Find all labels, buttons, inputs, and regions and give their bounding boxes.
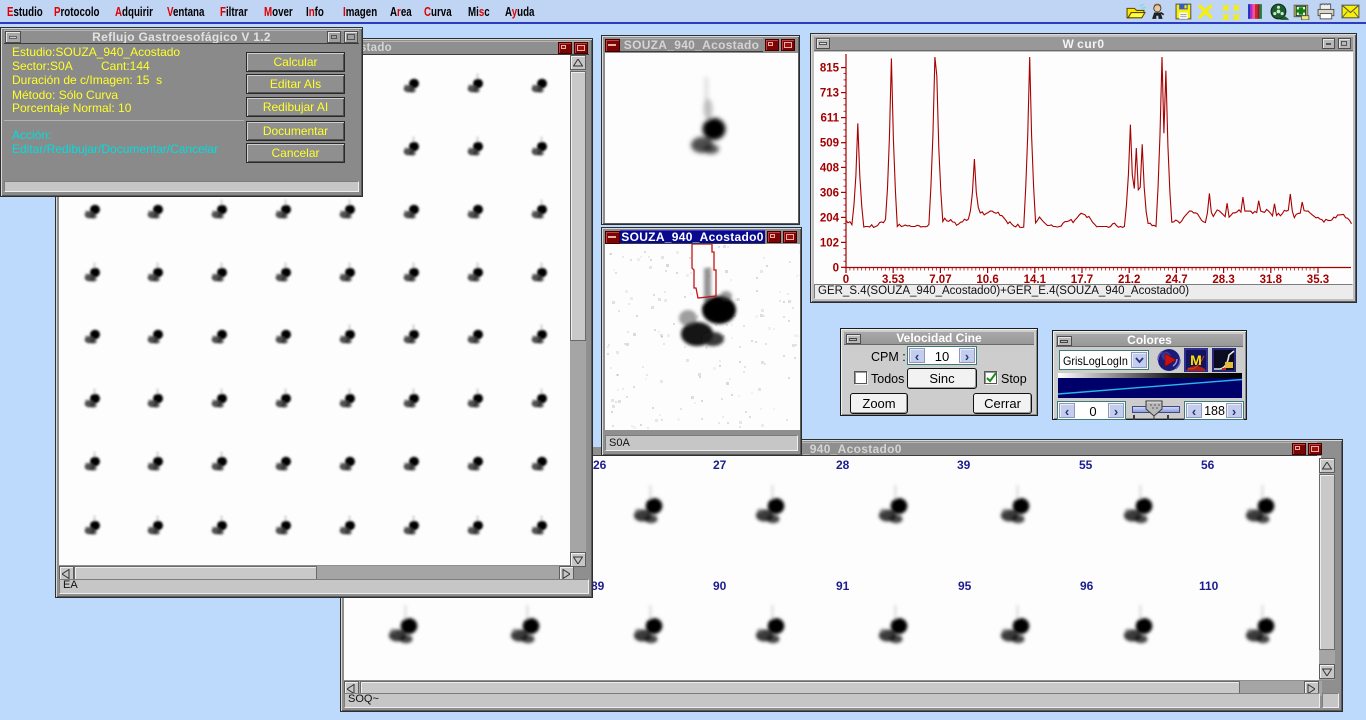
svg-text:204: 204 xyxy=(820,212,840,224)
svg-text:815: 815 xyxy=(820,63,840,75)
svg-text:408: 408 xyxy=(820,162,840,174)
svg-text:713: 713 xyxy=(820,88,839,100)
svg-text:0: 0 xyxy=(833,262,839,274)
svg-text:306: 306 xyxy=(820,187,839,199)
svg-text:102: 102 xyxy=(820,237,839,249)
svg-text:M: M xyxy=(1190,352,1202,368)
svg-text:611: 611 xyxy=(820,113,839,125)
svg-text:509: 509 xyxy=(820,138,839,150)
